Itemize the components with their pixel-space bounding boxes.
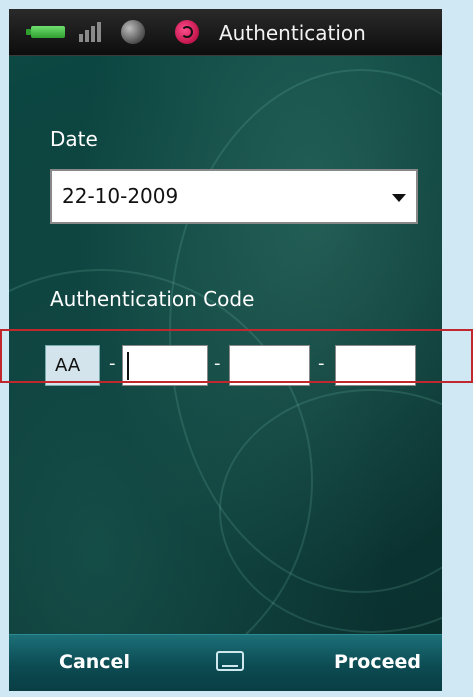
screen-frame: Authentication Date 22-10-2009 Authentic… bbox=[0, 0, 473, 697]
proceed-button[interactable]: Proceed bbox=[334, 651, 421, 673]
signal-icon bbox=[79, 22, 107, 42]
highlight-box bbox=[0, 329, 473, 383]
date-dropdown[interactable]: 22-10-2009 bbox=[50, 169, 418, 224]
screen-title: Authentication bbox=[219, 21, 366, 45]
date-value: 22-10-2009 bbox=[62, 184, 179, 208]
keyboard-icon[interactable] bbox=[216, 651, 244, 671]
cancel-button[interactable]: Cancel bbox=[59, 651, 130, 673]
app-icon bbox=[175, 20, 199, 44]
battery-icon bbox=[26, 26, 65, 38]
auth-code-label: Authentication Code bbox=[50, 287, 255, 311]
chevron-down-icon[interactable] bbox=[392, 194, 406, 202]
date-label: Date bbox=[50, 127, 98, 151]
globe-icon bbox=[121, 20, 145, 44]
softkey-bar: Cancel Proceed bbox=[9, 634, 442, 691]
status-bar: Authentication bbox=[9, 9, 442, 56]
